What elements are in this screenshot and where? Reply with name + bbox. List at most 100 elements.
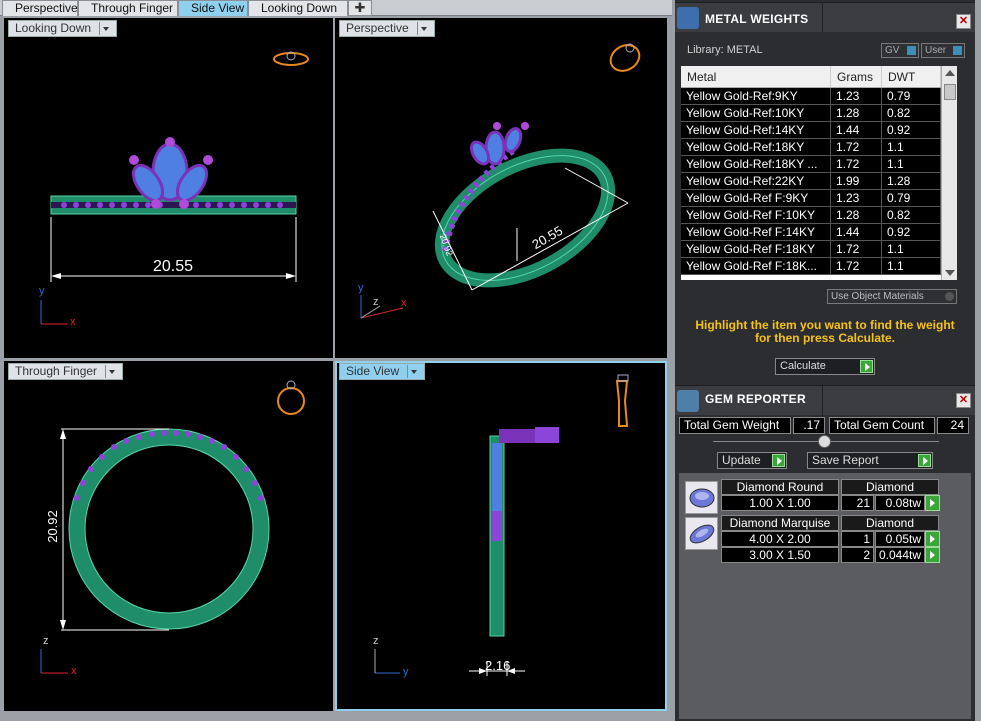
hint-text-line-1: Highlight the item you want to find the … [695,318,955,332]
toggle-label: Use Object Materials [831,291,924,302]
cell-metal: Yellow Gold-Ref:18KY ... [681,156,831,172]
table-row[interactable]: Yellow Gold-Ref F:18K... 1.72 1.1 [681,258,941,275]
table-header: Metal Grams DWT [681,66,941,88]
table-scrollbar[interactable] [941,66,957,280]
viewport-label: Side View [346,364,400,378]
table-row[interactable]: Yellow Gold-Ref F:9KY 1.23 0.79 [681,190,941,207]
column-header-metal[interactable]: Metal [681,66,831,87]
table-row[interactable]: Yellow Gold-Ref:9KY 1.23 0.79 [681,88,941,105]
gem-weight: 0.05tw [875,531,925,547]
dimension-width: 20.55 [153,258,194,275]
gv-toggle[interactable]: GV [881,43,919,58]
gem-weight: 0.08tw [875,495,925,511]
toggle-knob [953,46,962,55]
cell-metal: Yellow Gold-Ref:10KY [681,105,831,121]
table-row[interactable]: Yellow Gold-Ref F:10KY 1.28 0.82 [681,207,941,224]
cell-dwt: 0.79 [882,88,941,104]
cell-dwt: 0.82 [882,105,941,121]
update-button[interactable]: Update [717,452,787,469]
ring-top-view [40,51,309,325]
total-gem-weight-label: Total Gem Weight [679,417,791,434]
tab-through-finger[interactable]: Through Finger [78,0,178,16]
viewport-side-view[interactable]: 2.16 z y Side View [335,361,667,711]
viewport-menu-looking-down[interactable]: Looking Down [8,20,118,37]
table-row[interactable]: Yellow Gold-Ref:10KY 1.28 0.82 [681,105,941,122]
viewport-perspective[interactable]: 20.55 20.92 y z x Perspective [335,18,667,358]
cell-metal: Yellow Gold-Ref:18KY [681,139,831,155]
play-icon [772,454,785,467]
button-label: Calculate [780,360,826,372]
total-gem-count-label: Total Gem Count [829,417,935,434]
axis-label-x: x [71,665,77,677]
panel-title: GEM REPORTER [705,392,806,406]
save-report-button[interactable]: Save Report [807,452,933,469]
axis-label-z: z [373,635,379,647]
cell-dwt: 0.92 [882,224,941,240]
right-panel: METAL WEIGHTS ✕ Library: METAL GV User M… [675,0,975,721]
table-row[interactable]: Yellow Gold-Ref:18KY 1.72 1.1 [681,139,941,156]
close-icon[interactable]: ✕ [956,393,971,408]
close-icon[interactable]: ✕ [956,14,971,29]
round-diamond-icon [685,481,718,514]
toggle-label: GV [885,45,900,56]
axis-label-y: y [358,282,364,294]
calculate-button[interactable]: Calculate [775,358,875,375]
table-row[interactable]: Yellow Gold-Ref:14KY 1.44 0.92 [681,122,941,139]
tab-label: Looking Down [261,1,338,15]
splitter-handle[interactable] [818,435,831,448]
table-row[interactable]: Yellow Gold-Ref F:18KY 1.72 1.1 [681,241,941,258]
metal-weights-header: METAL WEIGHTS ✕ [675,2,975,33]
marquise-diamond-icon [685,517,718,550]
hint-text-line-2: for then press Calculate. [754,331,896,345]
column-header-dwt[interactable]: DWT [882,66,941,87]
gem-list: Diamond Round Diamond 1.00 X 1.00 21 0.0… [679,473,971,719]
cell-dwt: 1.1 [882,258,941,274]
select-gem-button[interactable] [925,531,940,547]
cell-metal: Yellow Gold-Ref F:18K... [681,258,831,274]
axis-label-x: x [70,316,76,328]
chevron-down-icon [105,365,116,378]
toggle-knob [907,46,916,55]
tab-looking-down[interactable]: Looking Down [248,0,348,16]
user-toggle[interactable]: User [921,43,965,58]
viewport-looking-down[interactable]: 20.55 y x Looking Down [4,18,333,358]
gem-count: 1 [841,531,874,547]
button-label: Save Report [812,453,879,467]
scroll-thumb[interactable] [944,84,956,100]
viewport-menu-side-view[interactable]: Side View [339,363,426,380]
gem-weight: 0.044tw [875,547,925,563]
cell-metal: Yellow Gold-Ref:14KY [681,122,831,138]
select-gem-button[interactable] [925,547,940,563]
table-row[interactable]: Yellow Gold-Ref:22KY 1.99 1.28 [681,173,941,190]
viewport-label: Looking Down [15,21,92,35]
cell-dwt: 1.1 [882,139,941,155]
scroll-up-icon[interactable] [945,70,955,76]
cell-metal: Yellow Gold-Ref F:14KY [681,224,831,240]
button-label: Update [722,453,761,467]
viewport-through-finger[interactable]: 20.92 z x Through Finger [4,361,333,711]
play-icon [918,454,931,467]
cell-grams: 1.23 [831,190,882,206]
viewport-menu-through-finger[interactable]: Through Finger [8,363,124,380]
viewport-menu-perspective[interactable]: Perspective [339,20,435,37]
cell-dwt: 0.92 [882,122,941,138]
play-icon [860,360,873,373]
chevron-down-icon [416,22,428,35]
select-gem-button[interactable] [925,495,940,511]
viewport-tab-bar: Perspective Through Finger Side View Loo… [0,0,672,16]
tab-side-view[interactable]: Side View [178,0,248,16]
dimension-diameter: 20.92 [44,510,60,543]
use-object-materials-toggle[interactable]: Use Object Materials [827,289,957,304]
table-row[interactable]: Yellow Gold-Ref F:14KY 1.44 0.92 [681,224,941,241]
cell-grams: 1.72 [831,241,882,257]
column-header-grams[interactable]: Grams [831,66,882,87]
tab-perspective[interactable]: Perspective [2,0,78,16]
scroll-down-icon[interactable] [945,270,955,276]
cell-metal: Yellow Gold-Ref F:9KY [681,190,831,206]
gem-size: 4.00 X 2.00 [721,531,839,547]
axis-label-x: x [401,297,407,309]
table-row[interactable]: Yellow Gold-Ref:18KY ... 1.72 1.1 [681,156,941,173]
add-tab-button[interactable]: ✚ [348,0,372,16]
gem-reporter-header: GEM REPORTER ✕ [675,385,975,416]
gem-cut-label: Diamond Marquise [721,515,839,531]
